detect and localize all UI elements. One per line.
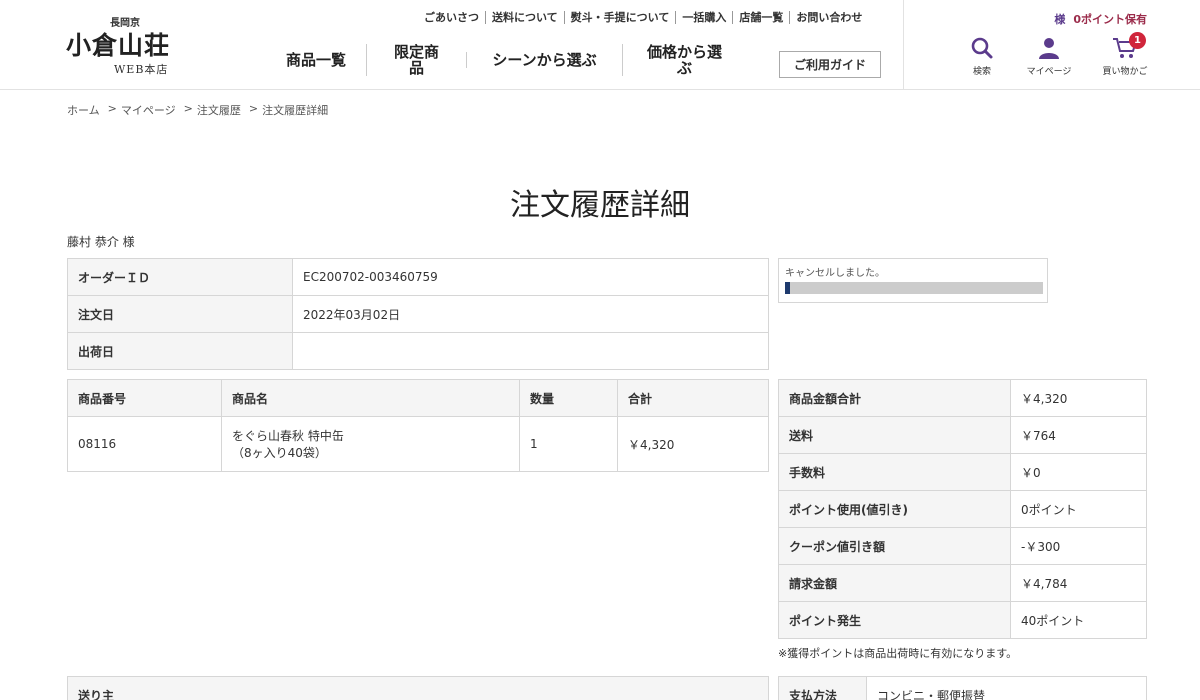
search-button[interactable]: 検索 <box>952 36 1012 77</box>
totals-row-coupon: クーポン値引き額 -￥300 <box>778 527 1147 565</box>
order-date-label: 注文日 <box>67 295 293 333</box>
header-divider <box>903 0 904 89</box>
totals-row-fee: 手数料 ￥0 <box>778 453 1147 491</box>
user-honorific: 様 <box>1054 13 1066 26</box>
order-info-table: オーダーＩＤ EC200702-003460759 注文日 2022年03月02… <box>67 258 769 370</box>
payment-table: 支払方法 コンビニ・郵便振替 <box>778 676 1147 700</box>
utility-link-contact[interactable]: お問い合わせ <box>789 11 868 24</box>
subtotal-label: 商品金額合計 <box>778 379 1011 417</box>
site-logo[interactable]: 長岡京 小倉山荘 WEB本店 <box>66 14 218 76</box>
order-status-text: キャンセルしました。 <box>785 268 885 279</box>
customer-name: 藤村 恭介 様 <box>67 235 135 249</box>
item-code: 08116 <box>67 416 222 472</box>
sender-label: 送り主 <box>67 676 769 700</box>
breadcrumb-separator: > <box>183 102 193 115</box>
ship-date-value <box>292 332 769 370</box>
mypage-button[interactable]: マイページ <box>1019 36 1079 77</box>
order-status-progress-bar <box>785 282 1043 294</box>
items-header-name: 商品名 <box>221 379 520 417</box>
payment-method-label: 支払方法 <box>778 676 867 700</box>
utility-link-shipping[interactable]: 送料について <box>485 11 564 24</box>
item-qty: 1 <box>519 416 618 472</box>
shipping-label: 送料 <box>778 416 1011 454</box>
totals-row-points-used: ポイント使用(値引き) 0ポイント <box>778 490 1147 528</box>
totals-row-billed: 請求金額 ￥4,784 <box>778 564 1147 602</box>
sender-header-row: 送り主 <box>67 676 769 700</box>
points-used-label: ポイント使用(値引き) <box>778 490 1011 528</box>
breadcrumb-mypage[interactable]: マイページ <box>121 102 176 118</box>
order-date-value: 2022年03月02日 <box>292 295 769 333</box>
order-date-row: 注文日 2022年03月02日 <box>67 295 769 333</box>
items-header-qty: 数量 <box>519 379 618 417</box>
breadcrumb-home[interactable]: ホーム <box>67 102 100 118</box>
search-icon <box>971 37 993 59</box>
cart-count-badge: 1 <box>1129 32 1146 49</box>
item-name-line2: （8ヶ入り40袋） <box>232 446 327 460</box>
logo-sub-text: WEB本店 <box>114 63 169 76</box>
utility-nav: ごあいさつ 送料について 熨斗・手提について 一括購入 店舗一覧 お問い合わせ <box>418 11 868 24</box>
fee-value: ￥0 <box>1010 453 1147 491</box>
mypage-label: マイページ <box>1026 67 1072 77</box>
user-points: 様 0ポイント保有 <box>1054 11 1147 27</box>
payment-row: 支払方法 コンビニ・郵便振替 <box>778 676 1147 700</box>
breadcrumb-order-history[interactable]: 注文履歴 <box>197 102 241 118</box>
ship-date-label: 出荷日 <box>67 332 293 370</box>
table-row: 08116 をぐら山春秋 特中缶 （8ヶ入り40袋） 1 ￥4,320 <box>67 416 769 472</box>
subtotal-value: ￥4,320 <box>1010 379 1147 417</box>
items-header-row: 商品番号 商品名 数量 合計 <box>67 379 769 417</box>
billed-label: 請求金額 <box>778 564 1011 602</box>
utility-link-stores[interactable]: 店舗一覧 <box>732 11 789 24</box>
points-note: ※獲得ポイントは商品出荷時に有効になります。 <box>778 647 1018 660</box>
coupon-value: -￥300 <box>1010 527 1147 565</box>
order-status-box: キャンセルしました。 <box>778 258 1048 303</box>
utility-link-noshi[interactable]: 熨斗・手提について <box>563 11 676 24</box>
utility-link-greeting[interactable]: ごあいさつ <box>418 11 485 24</box>
fee-label: 手数料 <box>778 453 1011 491</box>
shipping-value: ￥764 <box>1010 416 1147 454</box>
order-id-value: EC200702-003460759 <box>292 258 769 296</box>
totals-table: 商品金額合計 ￥4,320 送料 ￥764 手数料 ￥0 ポイント使用(値引き)… <box>778 379 1147 639</box>
points-earned-label: ポイント発生 <box>778 601 1011 639</box>
totals-row-subtotal: 商品金額合計 ￥4,320 <box>778 379 1147 417</box>
main-nav: 商品一覧 限定商品 シーンから選ぶ 価格から選ぶ <box>266 44 746 76</box>
billed-value: ￥4,784 <box>1010 564 1147 602</box>
breadcrumb: ホーム > マイページ > 注文履歴 > 注文履歴詳細 <box>67 102 336 118</box>
item-total: ￥4,320 <box>617 416 769 472</box>
nav-item-scene[interactable]: シーンから選ぶ <box>466 52 622 68</box>
nav-item-limited[interactable]: 限定商品 <box>366 44 466 76</box>
breadcrumb-separator: > <box>248 102 259 115</box>
page-title: 注文履歴詳細 <box>510 188 690 223</box>
nav-item-price[interactable]: 価格から選ぶ <box>622 44 746 76</box>
item-name: をぐら山春秋 特中缶 （8ヶ入り40袋） <box>221 416 520 472</box>
search-label: 検索 <box>972 67 991 77</box>
items-header-total: 合計 <box>617 379 769 417</box>
ship-date-row: 出荷日 <box>67 332 769 370</box>
breadcrumb-separator: > <box>107 102 117 115</box>
nav-item-products[interactable]: 商品一覧 <box>266 52 366 68</box>
totals-row-points-earned: ポイント発生 40ポイント <box>778 601 1147 639</box>
order-id-label: オーダーＩＤ <box>67 258 293 296</box>
items-header-code: 商品番号 <box>67 379 222 417</box>
payment-method-value: コンビニ・郵便振替 <box>866 676 1147 700</box>
order-id-row: オーダーＩＤ EC200702-003460759 <box>67 258 769 296</box>
totals-row-shipping: 送料 ￥764 <box>778 416 1147 454</box>
breadcrumb-current: 注文履歴詳細 <box>262 104 329 117</box>
points-used-value: 0ポイント <box>1010 490 1147 528</box>
guide-button[interactable]: ご利用ガイド <box>779 51 881 78</box>
user-icon <box>1039 38 1059 59</box>
cart-button[interactable]: 1 買い物かご <box>1095 32 1155 77</box>
points-earned-value: 40ポイント <box>1010 601 1147 639</box>
site-header: 長岡京 小倉山荘 WEB本店 ごあいさつ 送料について 熨斗・手提について 一括… <box>0 0 1200 90</box>
item-name-line1: をぐら山春秋 特中缶 <box>232 429 344 443</box>
cart-label: 買い物かご <box>1102 67 1148 77</box>
order-items-table: 商品番号 商品名 数量 合計 08116 をぐら山春秋 特中缶 （8ヶ入り40袋… <box>67 379 769 472</box>
logo-main-text: 小倉山荘 <box>66 31 171 60</box>
coupon-label: クーポン値引き額 <box>778 527 1011 565</box>
sender-table: 送り主 <box>67 676 769 700</box>
points-balance: 0ポイント保有 <box>1073 13 1147 26</box>
order-status-progress-fill <box>785 282 791 294</box>
utility-link-bulk[interactable]: 一括購入 <box>675 11 732 24</box>
